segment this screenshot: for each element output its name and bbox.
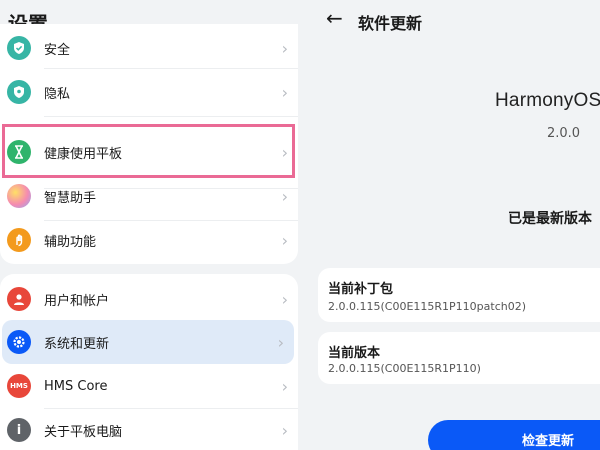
version-value: 2.0.0.115(C00E115R1P110) [328, 362, 481, 375]
settings-group-1: 安全 › 隐私 › 健康使用平板 › 智慧助手 › 辅助功能 › [0, 24, 298, 264]
chevron-right-icon: › [281, 420, 288, 440]
version-card[interactable]: 当前版本 2.0.0.115(C00E115R1P110) [318, 332, 600, 384]
gear-icon [7, 330, 31, 354]
patch-value: 2.0.0.115(C00E115R1P110patch02) [328, 300, 527, 313]
chevron-right-icon: › [281, 38, 288, 58]
settings-item-label: 系统和更新 [44, 336, 110, 352]
version-label: 当前版本 [328, 346, 381, 361]
update-status: 已是最新版本 [508, 211, 592, 227]
settings-item-label: 智慧助手 [44, 190, 97, 206]
divider [44, 68, 298, 69]
settings-item-digital-balance[interactable]: 健康使用平板 › [0, 130, 298, 174]
hms-icon: HMS [7, 374, 31, 398]
settings-item-label: 辅助功能 [44, 234, 97, 250]
hand-icon [7, 228, 31, 252]
privacy-shield-icon [7, 80, 31, 104]
settings-item-label: 安全 [44, 42, 71, 58]
settings-item-accounts[interactable]: 用户和帐户 › [0, 277, 298, 321]
software-update-pane: ← 软件更新 HarmonyOS 2.0.0 已是最新版本 当前补丁包 2.0.… [308, 0, 600, 450]
settings-item-label: 用户和帐户 [44, 293, 110, 309]
check-update-button[interactable]: 检查更新 [428, 420, 600, 450]
settings-item-label: 隐私 [44, 86, 71, 102]
page-title: 软件更新 [358, 14, 423, 33]
chevron-right-icon: › [281, 289, 288, 309]
user-icon [7, 287, 31, 311]
back-arrow-icon[interactable]: ← [326, 6, 343, 30]
chevron-right-icon: › [281, 142, 288, 162]
patch-card[interactable]: 当前补丁包 2.0.0.115(C00E115R1P110patch02) [318, 268, 600, 322]
chevron-right-icon: › [281, 376, 288, 396]
patch-label: 当前补丁包 [328, 282, 394, 297]
chevron-right-icon: › [277, 332, 284, 352]
divider [44, 116, 298, 117]
shield-check-icon [7, 36, 31, 60]
info-icon: i [7, 418, 31, 442]
os-version: 2.0.0 [547, 126, 581, 141]
settings-item-accessibility[interactable]: 辅助功能 › [0, 218, 298, 262]
hourglass-icon [7, 140, 31, 164]
settings-item-label: 关于平板电脑 [44, 424, 123, 440]
settings-item-system-update[interactable]: 系统和更新 › [2, 320, 294, 364]
settings-item-about[interactable]: i 关于平板电脑 › [0, 408, 298, 450]
chevron-right-icon: › [281, 82, 288, 102]
os-brand-logo: HarmonyOS [495, 90, 600, 111]
chevron-right-icon: › [281, 186, 288, 206]
settings-item-label: 健康使用平板 [44, 146, 123, 162]
settings-item-hms-core[interactable]: HMS HMS Core › [0, 364, 298, 408]
settings-pane: 设置 安全 › 隐私 › 健康使用平板 › 智慧助 [0, 0, 308, 450]
chevron-right-icon: › [281, 230, 288, 250]
settings-item-privacy[interactable]: 隐私 › [0, 70, 298, 114]
settings-item-security[interactable]: 安全 › [0, 26, 298, 70]
celia-orb-icon [7, 184, 31, 208]
settings-item-assistant[interactable]: 智慧助手 › [0, 174, 298, 218]
settings-group-2: 用户和帐户 › 系统和更新 › HMS HMS Core › i 关于平板电脑 … [0, 274, 298, 450]
settings-item-label: HMS Core [44, 378, 108, 394]
